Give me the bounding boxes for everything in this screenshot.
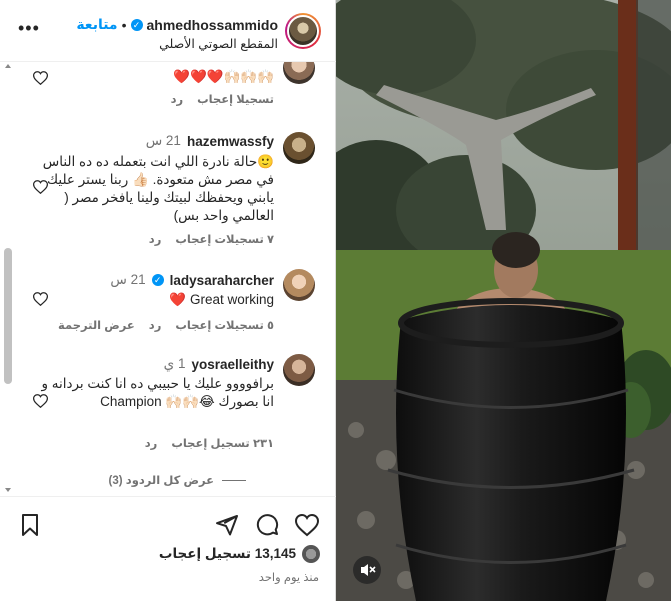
scroll-up-arrow-icon[interactable]	[5, 64, 11, 68]
save-bookmark-icon[interactable]	[18, 513, 42, 537]
scroll-down-arrow-icon[interactable]	[5, 488, 11, 492]
author-username[interactable]: ahmedhossammido	[147, 17, 278, 33]
comment-actions: تسجيلا إعجاب رد	[171, 92, 274, 106]
like-comment-heart-icon[interactable]	[33, 180, 48, 194]
comment-item: 🙌🏻🙌🏻🙌🏻❤️❤️❤️ تسجيلا إعجاب رد	[0, 62, 330, 112]
like-heart-icon[interactable]	[295, 513, 319, 537]
verified-badge-icon: ✓	[130, 18, 143, 31]
comment-likes-count[interactable]: ٥ تسجيلات إعجاب	[175, 318, 274, 332]
comment-item: ladysaraharcher ✓ 21 س Great working ❤️ …	[0, 269, 330, 344]
replies-divider-line	[222, 479, 246, 481]
comment-likes-count[interactable]: ٢٣١ تسجيل إعجاب	[171, 436, 274, 450]
likes-count[interactable]: 13,145 تسجيل إعجاب	[159, 546, 296, 562]
comment-text: برافوووو عليك يا حبيبي ده انا كنت بردانه…	[41, 376, 274, 409]
post-timestamp[interactable]: منذ يوم واحد	[259, 570, 319, 584]
comment-item: yosraelleithy 1 ي برافوووو عليك يا حبيبي…	[0, 352, 330, 452]
view-replies-label: عرض كل الردود (3)	[108, 475, 214, 487]
audio-label[interactable]: المقطع الصوتي الأصلي	[159, 36, 278, 51]
more-options-button[interactable]: •••	[18, 19, 40, 37]
commenter-avatar[interactable]	[283, 62, 315, 84]
verified-badge-icon: ✓	[151, 274, 164, 286]
commenter-username[interactable]: ladysaraharcher	[170, 273, 274, 288]
separator-dot: •	[121, 16, 127, 33]
comment-header: hazemwassfy 21 س	[146, 133, 274, 149]
comment-actions: ٢٣١ تسجيل إعجاب رد	[145, 436, 274, 450]
like-comment-heart-icon[interactable]	[33, 292, 48, 306]
video-frame-image	[336, 0, 671, 601]
comment-time[interactable]: 21 س	[110, 272, 145, 288]
likes-summary[interactable]: 13,145 تسجيل إعجاب	[159, 545, 320, 563]
comments-scrollbar[interactable]	[4, 248, 12, 384]
like-comment-heart-icon[interactable]	[33, 71, 48, 85]
see-translation-button[interactable]: عرض الترجمة	[58, 318, 135, 332]
comment-time[interactable]: 1 ي	[164, 356, 186, 372]
comment-text: Great working ❤️	[169, 292, 274, 307]
commenter-avatar[interactable]	[283, 354, 315, 386]
commenter-username[interactable]: hazemwassfy	[187, 134, 274, 149]
post-action-bar: 13,145 تسجيل إعجاب منذ يوم واحد	[0, 496, 336, 601]
commenter-avatar[interactable]	[283, 132, 315, 164]
post-header: ••• ahmedhossammido ✓ • متابعة المقطع ال…	[0, 0, 336, 62]
mute-toggle-button[interactable]	[353, 556, 381, 584]
comment-item: hazemwassfy 21 س 🙂حالة نادرة اللي انت بت…	[0, 130, 330, 250]
commenter-avatar[interactable]	[283, 269, 315, 301]
like-comment-heart-icon[interactable]	[33, 394, 48, 408]
reply-button[interactable]: رد	[149, 232, 162, 246]
comment-text: 🙌🏻🙌🏻🙌🏻❤️❤️❤️	[173, 69, 274, 84]
speaker-muted-icon	[361, 564, 376, 576]
comment-header: yosraelleithy 1 ي	[164, 356, 274, 372]
post-side-panel: ••• ahmedhossammido ✓ • متابعة المقطع ال…	[0, 0, 336, 601]
comment-likes-count[interactable]: تسجيلا إعجاب	[197, 92, 274, 106]
comment-icon[interactable]	[255, 513, 279, 537]
reply-button[interactable]: رد	[149, 318, 162, 332]
commenter-username[interactable]: yosraelleithy	[191, 357, 274, 372]
comment-likes-count[interactable]: ٧ تسجيلات إعجاب	[175, 232, 274, 246]
reply-button[interactable]: رد	[145, 436, 158, 450]
comment-time[interactable]: 21 س	[146, 133, 181, 149]
comments-list: 🙌🏻🙌🏻🙌🏻❤️❤️❤️ تسجيلا إعجاب رد hazemwassfy…	[0, 62, 336, 495]
comment-text: 🙂حالة نادرة اللي انت بتعمله ده ده الناس …	[42, 154, 274, 223]
comment-actions: ٥ تسجيلات إعجاب رد عرض الترجمة	[58, 318, 274, 332]
author-avatar[interactable]	[285, 13, 321, 49]
comment-actions: ٧ تسجيلات إعجاب رد	[149, 232, 274, 246]
reply-button[interactable]: رد	[171, 92, 184, 106]
liker-avatar	[302, 545, 320, 563]
video-player[interactable]	[336, 0, 671, 601]
comment-header: ladysaraharcher ✓ 21 س	[110, 272, 274, 288]
follow-button[interactable]: متابعة	[76, 16, 117, 33]
view-all-replies-button[interactable]: عرض كل الردود (3)	[109, 473, 246, 487]
header-name-line: ahmedhossammido ✓ • متابعة	[76, 16, 278, 33]
share-send-icon[interactable]	[215, 513, 239, 537]
